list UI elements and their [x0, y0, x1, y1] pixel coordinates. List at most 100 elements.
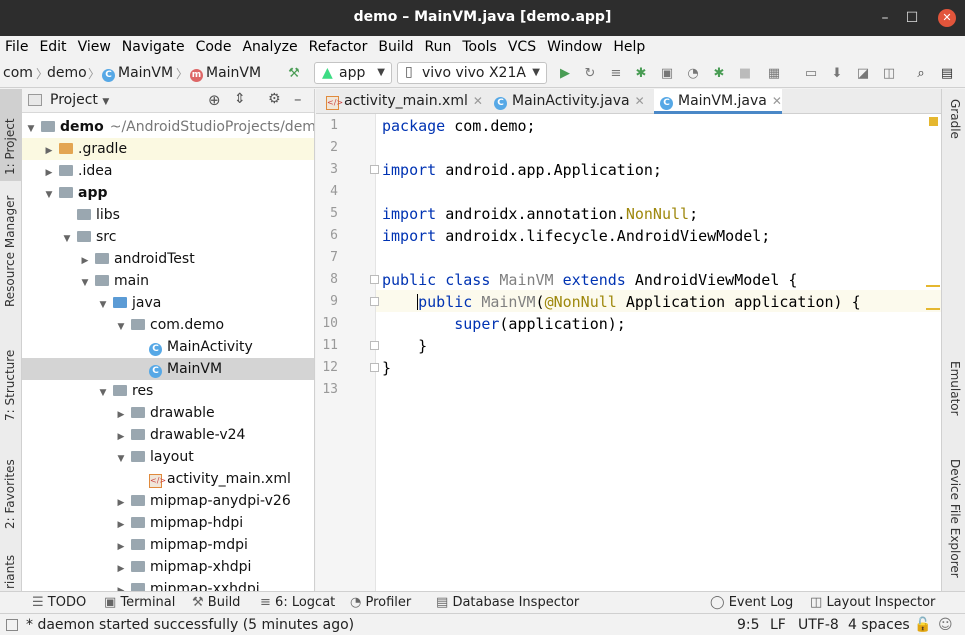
chevron-down-icon[interactable]: ▼ — [61, 228, 73, 250]
tab-emulator[interactable]: Emulator — [942, 347, 964, 421]
close-icon[interactable]: ✕ — [635, 94, 645, 108]
gear-icon[interactable]: ⚙ — [268, 91, 281, 107]
chevron-down-icon[interactable]: ▼ — [25, 118, 37, 140]
tab-favorites[interactable]: 2: Favorites — [0, 449, 22, 537]
fold-marker-icon[interactable] — [370, 165, 379, 174]
chevron-right-icon[interactable]: ▶ — [43, 162, 55, 184]
debug-icon[interactable]: ✱ — [632, 65, 650, 83]
tree-item[interactable]: </>activity_main.xml — [22, 468, 314, 490]
project-view-select[interactable]: Project ▼ — [50, 92, 109, 108]
settings-icon[interactable]: ▤ — [938, 65, 956, 83]
menu-edit[interactable]: Edit — [34, 36, 72, 58]
chevron-down-icon[interactable]: ▼ — [115, 448, 127, 470]
breadcrumb-demo[interactable]: demo — [47, 65, 87, 81]
indent-setting[interactable]: 4 spaces — [848, 617, 910, 633]
tool-event-log[interactable]: ◯ Event Log — [710, 595, 793, 610]
tree-item[interactable]: ▶ androidTest — [22, 248, 314, 270]
hammer-icon[interactable]: ⚒ — [285, 65, 303, 83]
tool-profiler[interactable]: ◔ Profiler — [350, 595, 411, 610]
chevron-down-icon[interactable]: ▼ — [115, 316, 127, 338]
tool-database-inspector[interactable]: ▤ Database Inspector — [436, 595, 579, 610]
tree-item[interactable]: ▶ mipmap-hdpi — [22, 512, 314, 536]
editor-tab[interactable]: C MainVM.java ✕ — [654, 89, 782, 114]
tool-build[interactable]: ⚒ Build — [192, 595, 240, 610]
menu-help[interactable]: Help — [608, 36, 651, 58]
chevron-right-icon[interactable]: ▶ — [115, 492, 127, 514]
line-separator[interactable]: LF — [770, 617, 786, 633]
coverage-icon[interactable]: ▣ — [658, 65, 676, 83]
locate-icon[interactable]: ⊕ — [208, 91, 221, 109]
fold-marker-icon[interactable] — [370, 275, 379, 284]
avd-manager-icon[interactable]: ▭ — [802, 65, 820, 83]
gradle-sync-icon[interactable]: ◪ — [854, 65, 872, 83]
tree-item[interactable]: ▼ demo ~/AndroidStudioProjects/demo — [22, 116, 314, 140]
caret-position[interactable]: 9:5 — [737, 617, 760, 633]
sdk-manager-icon[interactable]: ⬇ — [828, 65, 846, 83]
tree-item[interactable]: ▶ drawable — [22, 402, 314, 424]
breadcrumb-class[interactable]: m MainVM — [190, 65, 261, 82]
sync-project-icon[interactable]: ▦ — [765, 65, 783, 83]
editor-tab[interactable]: </>activity_main.xml ✕ — [320, 89, 483, 114]
editor-tab[interactable]: C MainActivity.java ✕ — [488, 89, 645, 114]
chevron-down-icon[interactable]: ▼ — [97, 382, 109, 404]
menu-navigate[interactable]: Navigate — [117, 36, 191, 58]
tab-device-file-explorer[interactable]: Device File Explorer — [942, 447, 964, 587]
tree-item[interactable]: ▶ mipmap-xhdpi — [22, 556, 314, 580]
tree-item[interactable]: C MainVM — [22, 358, 314, 380]
fold-marker-icon[interactable] — [370, 363, 379, 372]
breadcrumb-file[interactable]: C MainVM — [102, 65, 173, 82]
tree-item[interactable]: ▼ main — [22, 270, 314, 294]
tree-item[interactable]: ▼ java — [22, 292, 314, 314]
tab-structure[interactable]: 7: Structure — [0, 343, 22, 427]
close-button[interactable]: ✕ — [938, 9, 956, 27]
tool-layout-inspector[interactable]: ◫ Layout Inspector — [810, 595, 935, 610]
tool-logcat[interactable]: ≡ 6: Logcat — [260, 595, 335, 610]
menu-view[interactable]: View — [73, 36, 117, 58]
chevron-right-icon[interactable]: ▶ — [115, 514, 127, 536]
apply-code-icon[interactable]: ≡ — [607, 65, 625, 83]
tree-item[interactable]: ▶ drawable-v24 — [22, 424, 314, 446]
menu-file[interactable]: File — [0, 36, 34, 58]
tree-item[interactable]: ▶ .gradle — [22, 138, 314, 162]
maximize-button[interactable]: ☐ — [903, 9, 921, 27]
tab-gradle[interactable]: Gradle — [942, 97, 964, 157]
status-toggle-icon[interactable] — [6, 619, 18, 631]
run-config-select[interactable]: ▲ app ▼ — [314, 62, 392, 84]
chevron-right-icon[interactable]: ▶ — [115, 558, 127, 580]
minimize-button[interactable]: – — [876, 9, 894, 27]
tree-item[interactable]: ▶ mipmap-anydpi-v26 — [22, 490, 314, 514]
tab-resource-manager[interactable]: Resource Manager — [0, 189, 22, 317]
tool-todo[interactable]: ☰ TODO — [32, 595, 86, 610]
tree-item[interactable]: ▶ mipmap-xxhdpi — [22, 578, 314, 591]
tree-item[interactable]: ▶ mipmap-mdpi — [22, 534, 314, 558]
chevron-down-icon[interactable]: ▼ — [43, 184, 55, 206]
tool-terminal[interactable]: ▣ Terminal — [104, 595, 175, 610]
menu-window[interactable]: Window — [542, 36, 608, 58]
chevron-right-icon[interactable]: ▶ — [115, 580, 127, 591]
search-icon[interactable]: ⌕ — [912, 65, 930, 83]
breadcrumb-com[interactable]: com — [3, 65, 33, 81]
menu-refactor[interactable]: Refactor — [304, 36, 374, 58]
chevron-down-icon[interactable]: ▼ — [79, 272, 91, 294]
resource-icon[interactable]: ◫ — [880, 65, 898, 83]
hide-icon[interactable]: – — [294, 90, 302, 108]
chevron-right-icon[interactable]: ▶ — [43, 140, 55, 162]
profile-icon[interactable]: ◔ — [684, 65, 702, 83]
tree-item[interactable]: ▼ app — [22, 182, 314, 206]
menu-vcs[interactable]: VCS — [503, 36, 542, 58]
chevron-right-icon[interactable]: ▶ — [115, 536, 127, 558]
memory-icon[interactable]: ☺ — [938, 617, 953, 633]
tree-item[interactable]: ▼ com.demo — [22, 314, 314, 338]
file-encoding[interactable]: UTF-8 — [798, 617, 839, 633]
tree-item[interactable]: ▼ res — [22, 380, 314, 404]
apply-changes-icon[interactable]: ↻ — [581, 65, 599, 83]
menu-run[interactable]: Run — [420, 36, 458, 58]
stop-icon[interactable]: ■ — [736, 65, 754, 83]
fold-marker-icon[interactable] — [370, 297, 379, 306]
tree-item[interactable]: ▼ layout — [22, 446, 314, 470]
collapse-all-icon[interactable]: ⇕ — [234, 91, 246, 107]
tree-item[interactable]: C MainActivity — [22, 336, 314, 358]
tree-item[interactable]: ▶ .idea — [22, 160, 314, 184]
attach-debugger-icon[interactable]: ✱ — [710, 65, 728, 83]
menu-code[interactable]: Code — [191, 36, 238, 58]
